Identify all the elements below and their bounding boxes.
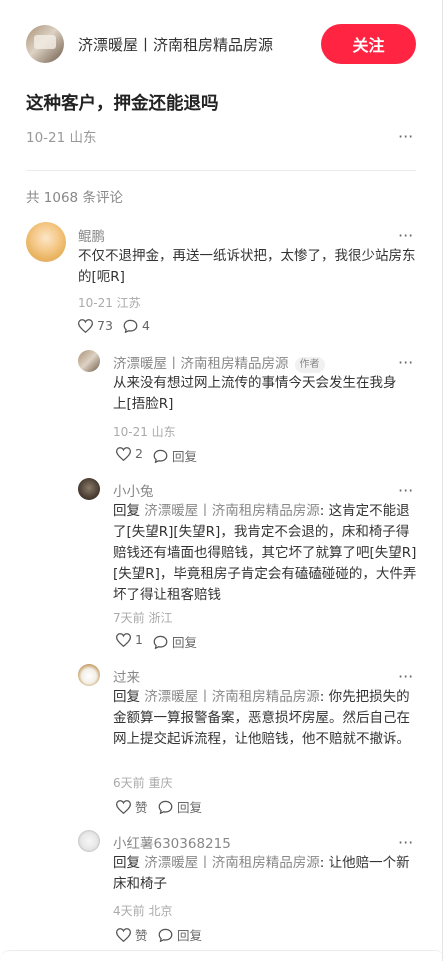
reply-author[interactable]: 小红薯630368215 xyxy=(113,832,231,852)
comment-bubble-icon xyxy=(123,319,138,333)
like-label: 赞 xyxy=(135,800,148,815)
reply-label: 回复 xyxy=(172,635,198,650)
reply-meta: 6天前 重庆 xyxy=(113,776,173,790)
post-meta: 10-21 山东 xyxy=(26,130,97,146)
reply-button[interactable]: 回复 xyxy=(153,632,197,651)
post-more-icon[interactable]: ··· xyxy=(398,129,413,145)
reply-author[interactable]: 小小兔 xyxy=(113,480,154,500)
reply-label: 回复 xyxy=(177,800,203,815)
reply-author[interactable]: 过来 xyxy=(113,666,140,686)
reply-author-name[interactable]: 济漂暖屋丨济南租房精品房源 xyxy=(113,356,289,372)
divider xyxy=(26,170,416,171)
comment-more-icon[interactable]: ··· xyxy=(398,228,413,244)
reply-meta: 4天前 北京 xyxy=(113,904,173,918)
like-button[interactable]: 赞 xyxy=(116,797,148,816)
reply-button[interactable]: 回复 xyxy=(158,797,202,816)
like-label: 赞 xyxy=(135,928,148,943)
heart-icon xyxy=(116,632,131,647)
reply-text: 回复 济漂暖屋丨济南租房精品房源: 这肯定不能退了[失望R][失望R]，我肯定不… xyxy=(113,501,418,606)
comment-count: 共 1068 条评论 xyxy=(26,190,123,206)
comment-bubble-icon xyxy=(153,449,168,463)
scrollbar[interactable] xyxy=(442,0,443,961)
comment-text: 不仅不退押金，再送一纸诉状把，太惨了，我很少站房东的[呃R] xyxy=(78,248,416,285)
post-title: 这种客户，押金还能退吗 xyxy=(26,94,219,114)
reply-text: 回复 济漂暖屋丨济南租房精品房源: 你先把损失的金额算一算报警备案，恶意损坏房屋… xyxy=(113,687,418,750)
reply-avatar[interactable] xyxy=(78,478,100,500)
comment-author[interactable]: 鲲鹏 xyxy=(78,225,105,245)
heart-icon xyxy=(78,318,93,333)
comment-bubble-icon xyxy=(158,928,173,942)
reply-meta: 10-21 山东 xyxy=(113,425,176,439)
author-name[interactable]: 济漂暖屋丨济南租房精品房源 xyxy=(78,34,273,55)
author-badge: 作者 xyxy=(294,357,325,373)
reply-to-name[interactable]: 济漂暖屋丨济南租房精品房源 xyxy=(144,855,320,871)
heart-icon xyxy=(116,927,131,942)
reply-prefix: 回复 xyxy=(113,855,140,871)
reply-avatar[interactable] xyxy=(78,664,100,686)
like-count: 1 xyxy=(135,632,143,647)
reply-to-name[interactable]: 济漂暖屋丨济南租房精品房源 xyxy=(144,689,320,705)
reply-text: 回复 济漂暖屋丨济南租房精品房源: 让他赔一个新床和椅子 xyxy=(113,853,418,895)
comment-bubble-icon xyxy=(153,635,168,649)
reply-button[interactable]: 回复 xyxy=(158,925,202,944)
reply-avatar[interactable] xyxy=(78,350,100,372)
reply-button[interactable]: 回复 xyxy=(153,446,197,465)
comment-meta: 10-21 江苏 xyxy=(78,296,141,310)
reply-count-button[interactable]: 4 xyxy=(123,318,150,333)
reply-more-icon[interactable]: ··· xyxy=(398,355,413,371)
reply-prefix: 回复 xyxy=(113,689,140,705)
like-count: 73 xyxy=(97,318,113,333)
bottom-sheet-edge xyxy=(0,950,445,962)
post-header: 济漂暖屋丨济南租房精品房源 关注 xyxy=(0,0,445,88)
like-button[interactable]: 1 xyxy=(116,632,143,647)
heart-icon xyxy=(116,799,131,814)
reply-to-name[interactable]: 济漂暖屋丨济南租房精品房源 xyxy=(144,503,320,519)
reply-text: 从来没有想过网上流传的事情今天会发生在我身上[捂脸R] xyxy=(113,375,397,412)
comment-bubble-icon xyxy=(158,800,173,814)
reply-count: 4 xyxy=(142,318,150,333)
comment-avatar[interactable] xyxy=(26,222,66,262)
author-avatar[interactable] xyxy=(26,25,64,63)
reply-meta: 7天前 浙江 xyxy=(113,611,173,625)
reply-avatar[interactable] xyxy=(78,830,100,852)
like-button[interactable]: 赞 xyxy=(116,925,148,944)
reply-more-icon[interactable]: ··· xyxy=(398,669,413,685)
reply-more-icon[interactable]: ··· xyxy=(398,835,413,851)
like-button[interactable]: 2 xyxy=(116,446,143,461)
like-button[interactable]: 73 xyxy=(78,318,113,333)
follow-button[interactable]: 关注 xyxy=(321,24,416,64)
reply-more-icon[interactable]: ··· xyxy=(398,483,413,499)
reply-author[interactable]: 济漂暖屋丨济南租房精品房源 作者 xyxy=(113,352,325,373)
reply-label: 回复 xyxy=(177,928,203,943)
heart-icon xyxy=(116,446,131,461)
reply-prefix: 回复 xyxy=(113,503,140,519)
reply-label: 回复 xyxy=(172,449,198,464)
like-count: 2 xyxy=(135,446,143,461)
